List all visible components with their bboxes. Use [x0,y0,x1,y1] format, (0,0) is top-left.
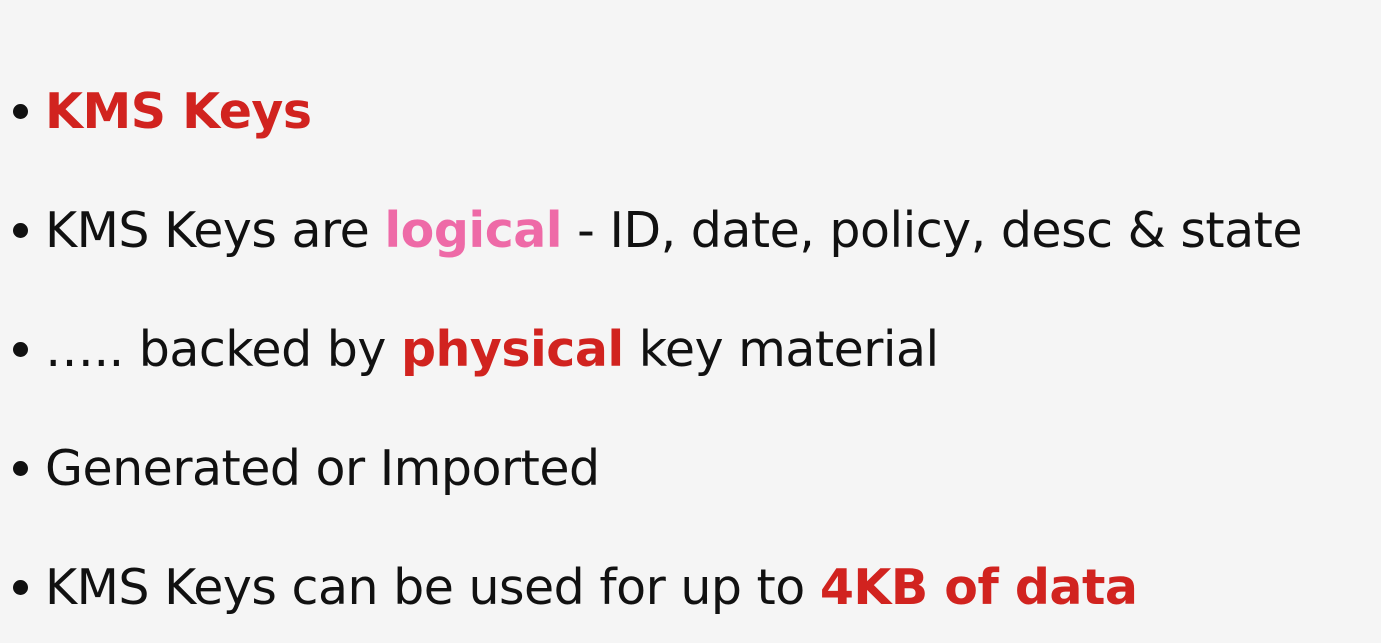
bullet-text-after: key material [623,320,939,378]
bullet-item-generated-imported: Generated or Imported [8,433,600,503]
bullet-text-before: KMS Keys are [45,201,385,259]
bullet-item-data-limit: KMS Keys can be used for up to 4KB of da… [8,552,1138,622]
bullet-text-before: ….. backed by [45,320,401,378]
slide: KMS Keys KMS Keys are logical - ID, date… [0,0,1381,643]
bullet-text-before: KMS Keys can be used for up to [45,558,820,616]
bullet-dot-icon [13,341,28,357]
bullet-dot-icon [13,103,28,119]
bullet-dot-icon [13,460,28,476]
bullet-dot-icon [13,222,28,238]
bullet-highlight-logical: logical [384,201,563,259]
bullet-item-logical-keys: KMS Keys are logical - ID, date, policy,… [8,195,1303,265]
bullet-text-after: - ID, date, policy, desc & state [562,201,1303,259]
bullet-item-physical-material: ….. backed by physical key material [8,314,939,384]
bullet-highlight-physical: physical [400,320,624,378]
bullet-text: Generated or Imported [45,439,600,497]
bullet-item-kms-keys-heading: KMS Keys [8,76,312,146]
bullet-highlight-data-limit: 4KB of data [819,558,1138,616]
bullet-dot-icon [13,579,28,595]
bullet-heading-text: KMS Keys [45,82,312,140]
